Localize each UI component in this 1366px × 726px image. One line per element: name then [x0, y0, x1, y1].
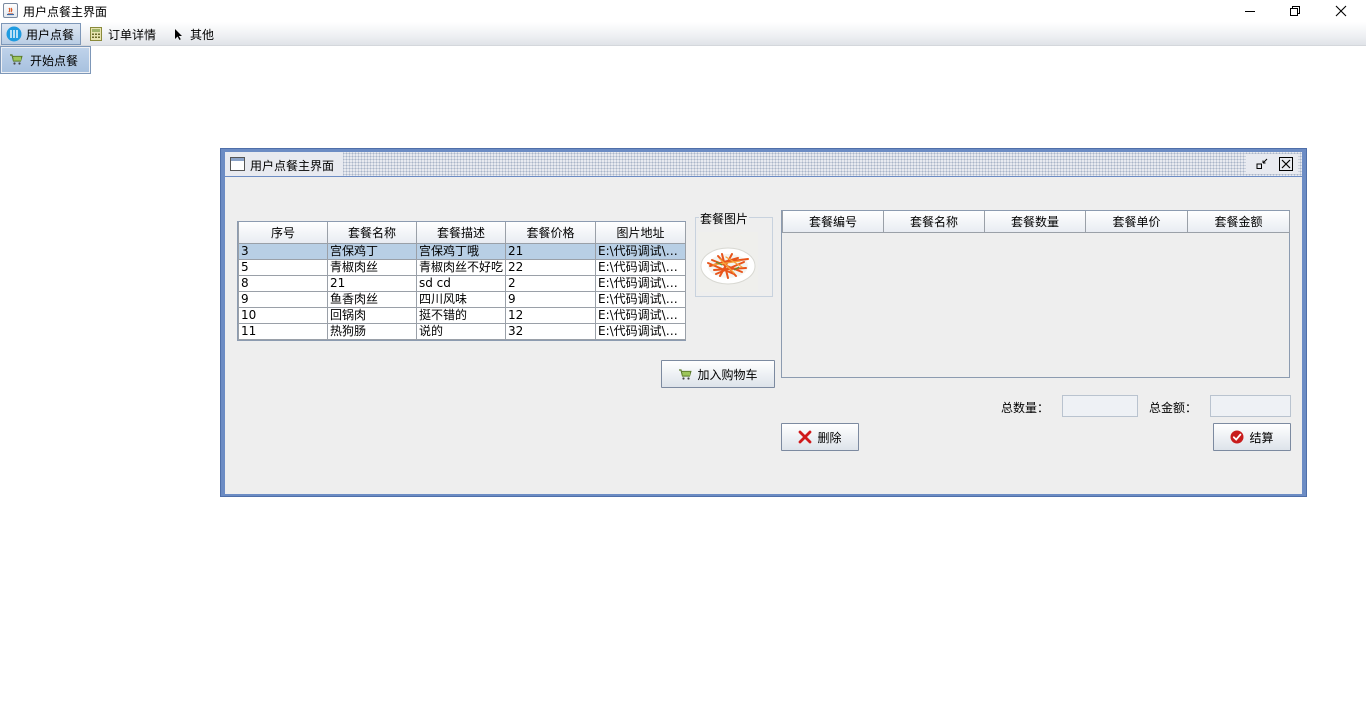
menu-table-cell[interactable]: 四川风味	[416, 290, 506, 308]
menu-table-cell[interactable]: 10	[238, 306, 328, 324]
cart-table-header[interactable]: 套餐单价	[1085, 211, 1188, 233]
close-button[interactable]	[1318, 0, 1364, 22]
menu-table-row[interactable]: 11 热狗肠 说的 32 E:\代码调试\订...	[238, 322, 686, 340]
delete-x-icon	[799, 430, 812, 444]
menu-table-cell[interactable]: E:\代码调试\订...	[595, 306, 686, 324]
calculator-icon	[88, 26, 104, 42]
menu-table-cell[interactable]: 青椒肉丝	[327, 258, 417, 276]
cart-icon	[9, 52, 25, 68]
menu-table-cell[interactable]: 说的	[416, 322, 506, 340]
menu-table-row[interactable]: 9 鱼香肉丝 四川风味 9 E:\代码调试\订...	[238, 290, 686, 308]
menu-other-label: 其他	[190, 27, 215, 42]
minimize-button[interactable]	[1227, 0, 1273, 22]
menu-table-cell[interactable]: 9	[505, 290, 596, 308]
frame-close-button[interactable]	[1278, 156, 1294, 172]
menu-user-order-label: 用户点餐	[26, 27, 75, 42]
menu-table-cell[interactable]: 9	[238, 290, 328, 308]
menu-table-header[interactable]: 套餐名称	[327, 222, 417, 244]
menu-table-cell[interactable]: 5	[238, 258, 328, 276]
menu-other[interactable]: 其他	[166, 23, 220, 45]
menu-table-cell[interactable]: E:\代码调试\订...	[595, 290, 686, 308]
menu-table-header[interactable]: 图片地址	[595, 222, 686, 244]
menu-table-cell[interactable]: 鱼香肉丝	[327, 290, 417, 308]
menu-table-cell[interactable]: sd cd	[416, 274, 506, 292]
frame-restore-button[interactable]	[1254, 156, 1270, 172]
checkmark-icon	[1230, 430, 1244, 444]
total-quantity-field[interactable]	[1062, 395, 1138, 417]
close-icon	[1335, 5, 1347, 17]
add-to-cart-label: 加入购物车	[697, 367, 758, 382]
add-to-cart-button[interactable]: 加入购物车	[661, 360, 775, 388]
window-title-bar: 用户点餐主界面	[0, 0, 1366, 22]
frame-content: 序号 套餐名称 套餐描述 套餐价格 图片地址 3 宫保鸡丁 宫保鸡丁哦 21 E:\代码调试\订…	[225, 177, 1302, 494]
minimize-icon	[1245, 11, 1255, 12]
user-order-dropdown: 开始点餐	[0, 46, 91, 74]
menu-table-cell[interactable]: 2	[505, 274, 596, 292]
cart-table-scrollpane[interactable]: 套餐编号 套餐名称 套餐数量 套餐单价 套餐金额	[781, 210, 1290, 378]
order-internal-frame: 用户点餐主界面 序号 套餐名称 套餐描述 套餐价格 图片地址 3 宫保鸡丁 宫保鸡丁哦 21 E…	[220, 148, 1307, 497]
restore-icon	[1290, 6, 1300, 16]
cart-table-header[interactable]: 套餐数量	[984, 211, 1086, 233]
restore-button[interactable]	[1272, 0, 1318, 22]
menu-table-cell[interactable]: 热狗肠	[327, 322, 417, 340]
menu-table-cell[interactable]: 挺不错的	[416, 306, 506, 324]
menu-table-header[interactable]: 序号	[238, 222, 328, 244]
cart-icon	[679, 369, 693, 380]
menu-user-order[interactable]: 用户点餐	[1, 23, 82, 45]
menu-table-cell[interactable]: E:\代码调试\订...	[595, 322, 686, 340]
menu-item-start-order[interactable]: 开始点餐	[2, 48, 89, 72]
dish-image-panel-title: 套餐图片	[699, 210, 750, 227]
menu-table[interactable]: 序号 套餐名称 套餐描述 套餐价格 图片地址 3 宫保鸡丁 宫保鸡丁哦 21 E:\代码调试\订…	[238, 222, 686, 340]
menu-table-row[interactable]: 10 回锅肉 挺不错的 12 E:\代码调试\订...	[238, 306, 686, 324]
menu-table-cell[interactable]: 8	[238, 274, 328, 292]
restore-down-icon	[1256, 158, 1268, 169]
menu-table-cell[interactable]: 32	[505, 322, 596, 340]
total-amount-field[interactable]	[1210, 395, 1291, 417]
menu-table-header[interactable]: 套餐价格	[505, 222, 596, 244]
menu-table-cell[interactable]: 21	[327, 274, 417, 292]
delete-button[interactable]: 删除	[781, 423, 859, 451]
java-app-icon	[3, 3, 18, 18]
menu-item-start-order-label: 开始点餐	[30, 53, 79, 68]
menu-table-cell[interactable]: 22	[505, 258, 596, 276]
menu-table-row[interactable]: 3 宫保鸡丁 宫保鸡丁哦 21 E:\代码调试\订...	[238, 242, 686, 260]
cart-table[interactable]: 套餐编号 套餐名称 套餐数量 套餐单价 套餐金额	[782, 211, 1290, 233]
delete-label: 删除	[817, 430, 842, 445]
order-icon	[6, 26, 22, 42]
dish-photo	[698, 232, 758, 292]
menu-bar: 用户点餐 订单详情 其他	[0, 22, 1366, 46]
menu-table-cell[interactable]: 3	[238, 242, 328, 260]
window-title: 用户点餐主界面	[23, 5, 108, 19]
menu-table-row[interactable]: 8 21 sd cd 2 E:\代码调试\订...	[238, 274, 686, 292]
total-amount-label: 总金额：	[1149, 401, 1198, 415]
menu-order-details[interactable]: 订单详情	[84, 23, 162, 45]
menu-table-cell[interactable]: 12	[505, 306, 596, 324]
frame-window-icon	[230, 157, 245, 171]
menu-table-scrollpane[interactable]: 序号 套餐名称 套餐描述 套餐价格 图片地址 3 宫保鸡丁 宫保鸡丁哦 21 E:\代码调试\订…	[237, 221, 686, 341]
frame-title: 用户点餐主界面	[250, 159, 335, 173]
menu-table-header[interactable]: 套餐描述	[416, 222, 506, 244]
checkout-label: 结算	[1249, 430, 1274, 445]
cart-table-header[interactable]: 套餐金额	[1187, 211, 1290, 233]
menu-order-details-label: 订单详情	[108, 27, 157, 42]
menu-table-cell[interactable]: 11	[238, 322, 328, 340]
menu-table-cell[interactable]: 宫保鸡丁哦	[416, 242, 506, 260]
menu-table-cell[interactable]: E:\代码调试\订...	[595, 274, 686, 292]
menu-table-cell[interactable]: E:\代码调试\订...	[595, 242, 686, 260]
menu-table-cell[interactable]: 青椒肉丝不好吃	[416, 258, 506, 276]
cart-table-header[interactable]: 套餐编号	[782, 211, 884, 233]
menu-table-cell[interactable]: 21	[505, 242, 596, 260]
menu-table-cell[interactable]: 宫保鸡丁	[327, 242, 417, 260]
frame-title-bar[interactable]: 用户点餐主界面	[225, 152, 1302, 176]
total-quantity-label: 总数量：	[1001, 401, 1050, 415]
cart-table-header[interactable]: 套餐名称	[883, 211, 985, 233]
menu-table-cell[interactable]: E:\代码调试\订...	[595, 258, 686, 276]
cursor-icon	[170, 26, 186, 42]
menu-table-cell[interactable]: 回锅肉	[327, 306, 417, 324]
menu-table-row[interactable]: 5 青椒肉丝 青椒肉丝不好吃 22 E:\代码调试\订...	[238, 258, 686, 276]
checkout-button[interactable]: 结算	[1213, 423, 1291, 451]
close-icon	[1279, 157, 1293, 171]
